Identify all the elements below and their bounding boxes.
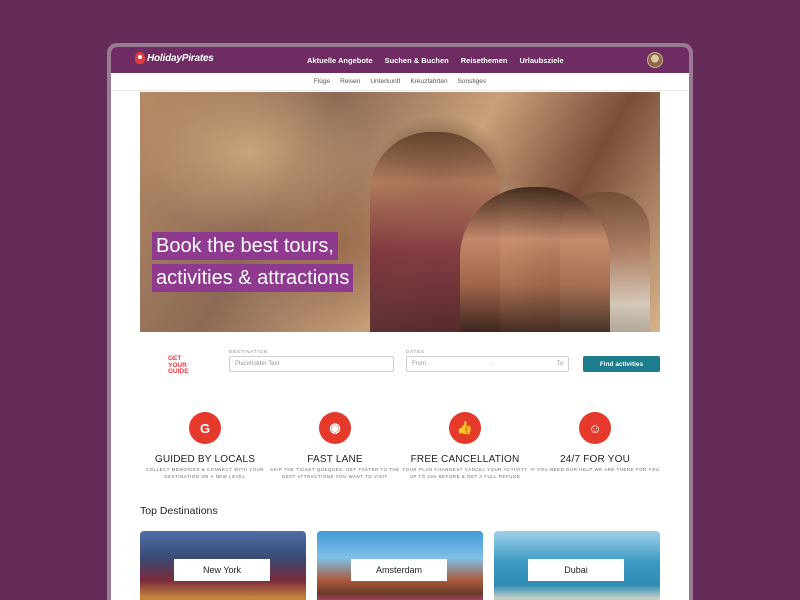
destination-card-new-york[interactable]: New York — [140, 531, 306, 600]
destination-input[interactable]: Placeholder Text — [229, 356, 394, 372]
feature-24-7: ☺ 24/7 FOR YOU IF YOU NEED OUR HELP WE A… — [530, 412, 660, 474]
top-navbar: HolidayPirates Aktuelle Angebote Suchen … — [111, 47, 689, 73]
destination-card-amsterdam[interactable]: Amsterdam — [317, 531, 483, 600]
destination-label: New York — [174, 559, 270, 581]
sub-nav: Flüge Reisen Unterkunft Kreuzfahrten Son… — [111, 73, 689, 91]
find-activities-button[interactable]: Find activities — [583, 356, 660, 372]
date-separator: - — [490, 361, 493, 367]
getyourguide-logo: GET YOUR GUIDE — [168, 355, 190, 376]
destination-card-dubai[interactable]: Dubai — [494, 531, 660, 600]
dates-input[interactable]: From - To — [406, 356, 569, 372]
logo-icon: G — [189, 412, 221, 444]
feature-title: 24/7 FOR YOU — [559, 454, 631, 465]
hero-headline-line1: Book the best tours, — [152, 232, 338, 260]
nav-item-suchen-buchen[interactable]: Suchen & Buchen — [385, 56, 449, 65]
main-nav: Aktuelle Angebote Suchen & Buchen Reiset… — [307, 47, 564, 73]
dates-label: DATES — [406, 349, 425, 354]
feature-desc: IF YOU NEED OUR HELP WE ARE THERE FOR YO… — [530, 467, 660, 472]
feature-desc: YOUR PLAN CHANGES? CANCEL YOUR ACTIVITY … — [402, 467, 528, 479]
hero-photo-person — [460, 187, 610, 332]
subnav-item-reisen[interactable]: Reisen — [340, 78, 360, 85]
logo-icon — [135, 52, 145, 64]
features-row: G GUIDED BY LOCALS COLLECT MEMORIES & CO… — [140, 412, 660, 492]
camera-icon: ◉ — [319, 412, 351, 444]
hero-headline: Book the best tours, activities & attrac… — [152, 232, 354, 296]
partner-logo-text: GET YOUR GUIDE — [168, 355, 189, 375]
thumbs-up-icon: 👍 — [449, 412, 481, 444]
brand-logo[interactable]: HolidayPirates — [135, 52, 214, 64]
destination-label: Amsterdam — [351, 559, 447, 581]
date-from: From — [412, 361, 426, 367]
nav-item-urlaubsziele[interactable]: Urlaubsziele — [519, 56, 563, 65]
destination-placeholder: Placeholder Text — [235, 361, 280, 367]
feature-title: FREE CANCELLATION — [410, 454, 520, 465]
feature-fast-lane: ◉ FAST LANE SKIP THE TICKET QUEQUES, GET… — [270, 412, 400, 480]
hero-banner: Book the best tours, activities & attrac… — [140, 92, 660, 332]
date-to: To — [556, 361, 563, 367]
subnav-item-kreuzfahrten[interactable]: Kreuzfahrten — [410, 78, 447, 85]
feature-free-cancellation: 👍 FREE CANCELLATION YOUR PLAN CHANGES? C… — [400, 412, 530, 480]
feature-title: FAST LANE — [307, 454, 363, 465]
subnav-item-unterkunft[interactable]: Unterkunft — [370, 78, 400, 85]
brand-name: HolidayPirates — [147, 52, 214, 64]
smiley-icon: ☺ — [579, 412, 611, 444]
nav-item-aktuelle-angebote[interactable]: Aktuelle Angebote — [307, 56, 373, 65]
hero-headline-line2: activities & attractions — [152, 264, 354, 292]
feature-guided-by-locals: G GUIDED BY LOCALS COLLECT MEMORIES & CO… — [140, 412, 270, 480]
destination-label: Dubai — [528, 559, 624, 581]
avatar[interactable] — [647, 52, 663, 68]
feature-desc: SKIP THE TICKET QUEQUES, GET FASTER TO T… — [270, 467, 400, 479]
activity-search-bar: GET YOUR GUIDE DESTINATION Placeholder T… — [140, 349, 660, 389]
feature-title: GUIDED BY LOCALS — [154, 454, 256, 465]
nav-item-reisethemen[interactable]: Reisethemen — [461, 56, 508, 65]
browser-frame: HolidayPirates Aktuelle Angebote Suchen … — [107, 43, 693, 600]
subnav-item-fluege[interactable]: Flüge — [314, 78, 330, 85]
feature-desc: COLLECT MEMORIES & CONNECT WITH YOUR DES… — [145, 467, 265, 479]
subnav-item-sonstiges[interactable]: Sonstiges — [458, 78, 487, 85]
destination-label: DESTINATION — [229, 349, 268, 354]
top-destinations-title: Top Destinations — [140, 505, 218, 517]
